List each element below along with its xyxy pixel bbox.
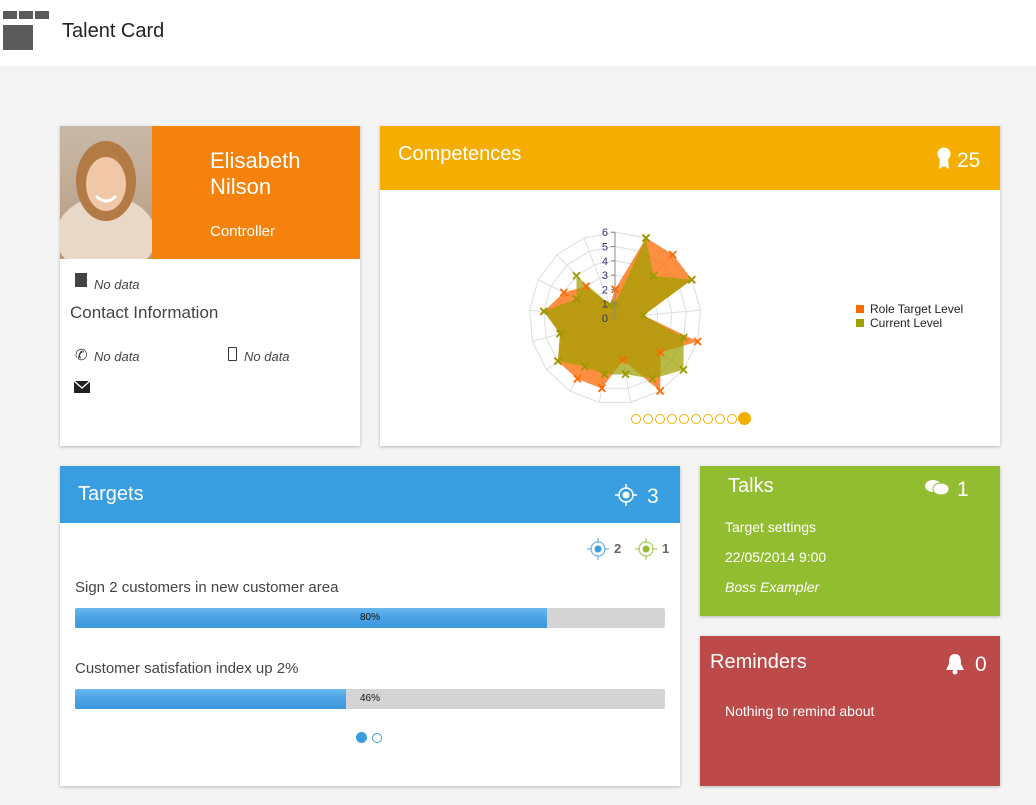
- reminders-card: Reminders 0 Nothing to remind about: [700, 636, 1000, 786]
- target-blue-icon[interactable]: [586, 537, 610, 561]
- target-label: Sign 2 customers in new customer area: [75, 579, 339, 596]
- top-bar: Talent Card: [0, 0, 1036, 66]
- target-label: Customer satisfation index up 2%: [75, 660, 299, 677]
- competences-count: 25: [957, 149, 981, 172]
- page-dot[interactable]: [643, 414, 653, 424]
- reminders-count: 0: [975, 653, 987, 676]
- tick-label: 6: [602, 227, 608, 239]
- competences-card: Competences 25 0 1 2 3 4 5 6 Role Target Level…: [380, 126, 1000, 446]
- legend-swatch: [856, 305, 864, 313]
- page-dot[interactable]: [679, 414, 689, 424]
- legend-label: Role Target Level: [870, 302, 964, 316]
- page-dot[interactable]: [703, 414, 713, 424]
- tick-label: 2: [602, 284, 608, 296]
- target-green-icon[interactable]: [634, 537, 658, 561]
- page-dot[interactable]: [667, 414, 677, 424]
- competences-header: Competences 25: [380, 126, 1000, 190]
- app-title: Talent Card: [62, 20, 165, 42]
- competences-title: Competences: [398, 143, 522, 165]
- company-value: No data: [94, 277, 140, 292]
- reminders-message: Nothing to remind about: [725, 703, 875, 719]
- chart-legend: Role Target Level Current Level: [856, 302, 963, 330]
- page-dot[interactable]: [372, 733, 382, 743]
- target-icon: [615, 484, 637, 506]
- legend-item: Current Level: [856, 316, 963, 330]
- building-icon: [75, 273, 87, 287]
- bell-icon: [946, 654, 964, 675]
- talks-count: 1: [957, 478, 969, 501]
- employee-name: Elisabeth Nilson: [210, 148, 301, 200]
- tick-label: 4: [602, 256, 608, 268]
- award-icon: [937, 147, 951, 169]
- reminders-title: Reminders: [710, 651, 807, 673]
- phone-value: No data: [94, 349, 140, 364]
- tick-label: 1: [602, 299, 608, 311]
- targets-count: 3: [647, 485, 659, 508]
- profile-card: Elisabeth Nilson Controller No data Conta…: [56, 126, 360, 446]
- target-progress-bar: 80%: [75, 608, 665, 628]
- legend-label: Current Level: [870, 316, 943, 330]
- page-dot-active[interactable]: [356, 732, 367, 743]
- mobile-icon: [228, 347, 237, 361]
- page-dot-active[interactable]: [738, 412, 751, 425]
- progress-label: 46%: [359, 693, 380, 704]
- page-dot[interactable]: [715, 414, 725, 424]
- talk-person: Boss Exampler: [725, 579, 820, 595]
- targets-title: Targets: [78, 483, 144, 505]
- mobile-value: No data: [244, 349, 290, 364]
- talk-subject: Target settings: [725, 519, 817, 535]
- progress-label: 80%: [359, 612, 380, 623]
- data-point: [572, 271, 581, 280]
- targets-header: Targets 3: [60, 466, 680, 523]
- employee-role: Controller: [210, 223, 276, 240]
- legend-swatch: [856, 319, 864, 327]
- page-dot[interactable]: [727, 414, 737, 424]
- blue-target-count: 2: [614, 541, 622, 556]
- legend-item: Role Target Level: [856, 302, 963, 316]
- profile-banner: Elisabeth Nilson Controller: [152, 126, 360, 259]
- first-name: Elisabeth: [210, 148, 301, 173]
- talks-title: Talks: [728, 475, 774, 497]
- talks-card[interactable]: Talks 1 Target settings 22/05/2014 9:00 …: [700, 466, 1000, 616]
- green-target-count: 1: [662, 541, 670, 556]
- email-icon[interactable]: [74, 381, 90, 393]
- contact-title: Contact Information: [70, 303, 219, 322]
- last-name: Nilson: [210, 174, 272, 199]
- targets-card: Targets 3 2 1 Sign 2 customers in new cu…: [60, 466, 680, 786]
- profile-photo: [56, 126, 156, 276]
- tick-label: 5: [602, 242, 608, 254]
- tick-label: 3: [602, 270, 608, 282]
- tick-label: 0: [602, 313, 608, 325]
- phone-icon: ✆: [75, 347, 88, 364]
- page-dot[interactable]: [691, 414, 701, 424]
- target-progress-bar: 46%: [75, 689, 665, 709]
- talk-datetime: 22/05/2014 9:00: [725, 549, 827, 565]
- page-dot[interactable]: [631, 414, 641, 424]
- page-dot[interactable]: [655, 414, 665, 424]
- chat-icon: [925, 480, 950, 496]
